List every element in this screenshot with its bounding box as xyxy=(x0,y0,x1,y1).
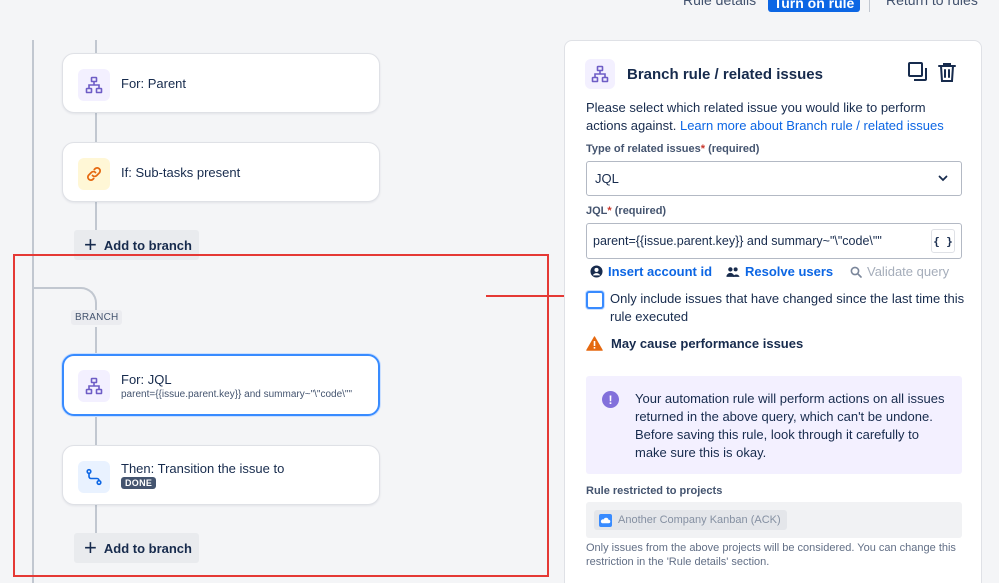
required-text: (required) xyxy=(708,143,760,155)
insert-account-id-link[interactable]: Insert account id xyxy=(590,264,712,279)
jql-value: parent={{issue.parent.key}} and summary~… xyxy=(593,234,882,248)
panel-title: Branch rule / related issues xyxy=(627,65,823,83)
connector-line xyxy=(95,112,97,142)
resolve-users-label: Resolve users xyxy=(745,264,834,279)
delete-icon[interactable] xyxy=(935,60,959,84)
info-message: ! Your automation rule will perform acti… xyxy=(586,376,962,474)
sub-tasks-condition-card[interactable]: If: Sub-tasks present xyxy=(62,142,380,202)
validate-query-label: Validate query xyxy=(867,264,950,279)
changed-since-checkbox[interactable] xyxy=(586,291,604,309)
rule-details-link[interactable]: Rule details xyxy=(683,0,756,8)
plus-icon: + xyxy=(84,232,97,257)
cloud-project-icon xyxy=(599,513,612,527)
connector-line xyxy=(95,40,97,54)
related-issue-type-select[interactable]: JQL xyxy=(586,161,962,196)
restricted-projects-field: Another Company Kanban (ACK) xyxy=(586,502,962,538)
performance-warning: May cause performance issues xyxy=(586,336,803,351)
warning-icon xyxy=(586,336,603,351)
learn-more-link[interactable]: Learn more about Branch rule / related i… xyxy=(680,118,944,133)
rule-canvas: For: Parent If: Sub-tasks present + Add … xyxy=(0,0,555,583)
annotation-highlight-box xyxy=(13,254,549,577)
info-text: Your automation rule will perform action… xyxy=(635,391,945,460)
card-title: If: Sub-tasks present xyxy=(121,165,241,180)
hierarchy-icon xyxy=(78,69,110,101)
for-parent-card[interactable]: For: Parent xyxy=(62,53,380,113)
hierarchy-icon xyxy=(585,59,615,89)
jql-field-label: JQL* (required) xyxy=(586,205,666,217)
toolbar-divider xyxy=(869,0,870,12)
add-to-branch-label: Add to branch xyxy=(103,237,192,253)
checkbox-label: Only include issues that have changed si… xyxy=(610,291,965,324)
insert-account-id-label: Insert account id xyxy=(608,264,713,279)
restriction-help-text: Only issues from the above projects will… xyxy=(586,542,956,568)
project-tag-label: Another Company Kanban (ACK) xyxy=(618,514,781,526)
validate-query-link[interactable]: Validate query xyxy=(850,264,949,279)
type-label-text: Type of related issues xyxy=(586,143,701,155)
required-asterisk: * xyxy=(700,143,706,155)
warning-text: May cause performance issues xyxy=(611,336,804,351)
smart-values-button[interactable]: { } xyxy=(931,229,955,253)
user-icon xyxy=(590,265,603,278)
rule-config-panel: Branch rule / related issues Please sele… xyxy=(564,40,982,583)
duplicate-icon[interactable] xyxy=(906,60,930,84)
jql-label-text: JQL xyxy=(586,205,608,217)
changed-since-last-run-option: Only include issues that have changed si… xyxy=(586,290,966,326)
search-icon xyxy=(850,266,862,278)
card-title: For: Parent xyxy=(121,76,187,91)
resolve-users-link[interactable]: Resolve users xyxy=(726,264,833,279)
connector-line xyxy=(95,201,97,231)
required-asterisk: * xyxy=(607,205,612,217)
restricted-projects-label: Rule restricted to projects xyxy=(586,485,723,497)
turn-on-rule-button[interactable]: Turn on rule xyxy=(768,0,860,12)
jql-input[interactable]: parent={{issue.parent.key}} and summary~… xyxy=(586,223,962,259)
info-icon: ! xyxy=(602,391,619,408)
type-field-label: Type of related issues* (required) xyxy=(586,143,759,155)
panel-description: Please select which related issue you wo… xyxy=(586,99,966,135)
link-icon xyxy=(78,158,110,190)
select-value: JQL xyxy=(595,171,619,186)
people-icon xyxy=(726,266,740,277)
required-text: (required) xyxy=(614,205,667,217)
chevron-down-icon xyxy=(937,172,949,187)
project-tag: Another Company Kanban (ACK) xyxy=(594,510,787,530)
panel-header: Branch rule / related issues xyxy=(585,59,823,89)
return-to-rules-link[interactable]: Return to rules xyxy=(886,0,978,8)
